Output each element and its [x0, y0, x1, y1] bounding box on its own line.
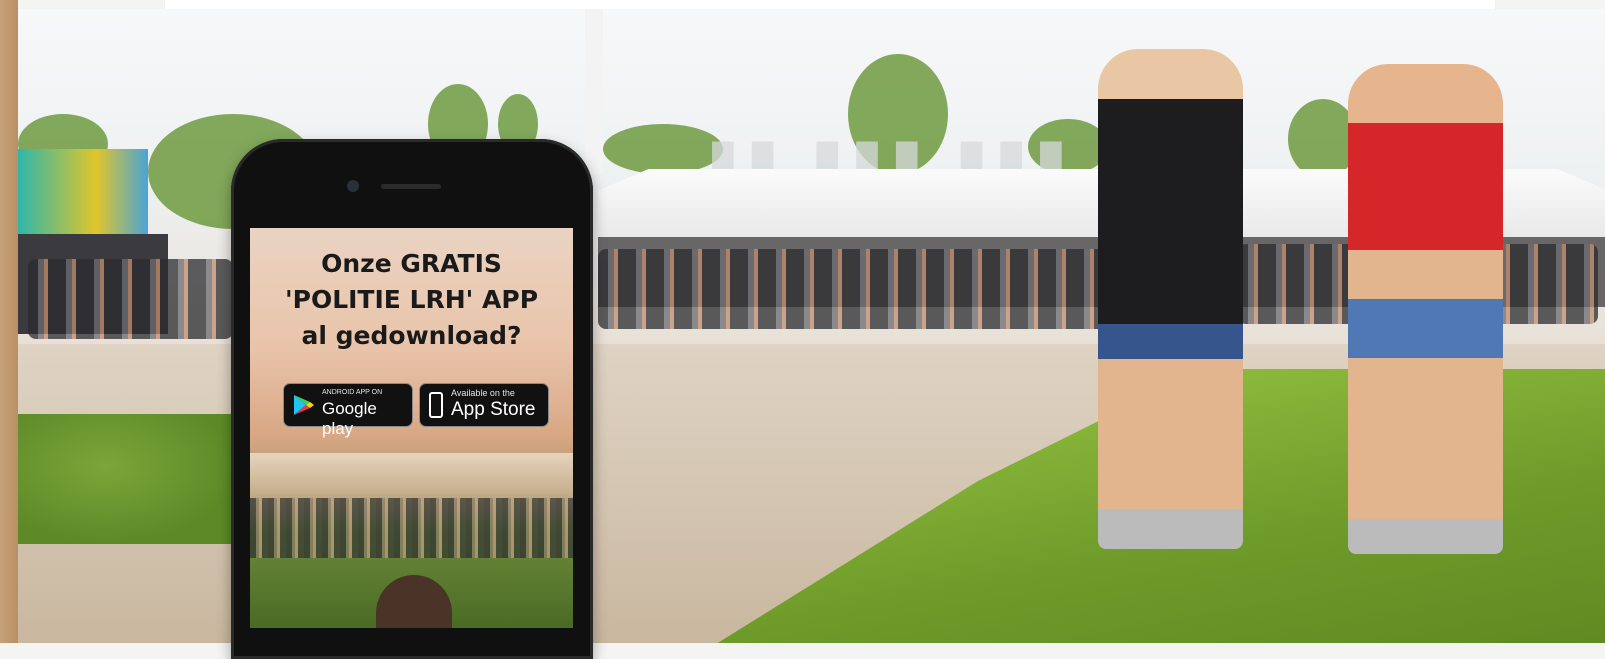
app-store-button[interactable]: Available on the App Store	[419, 383, 549, 427]
crowd	[28, 259, 233, 339]
badge-big-text: App Store	[451, 399, 536, 420]
screen-festival-photo	[250, 453, 573, 628]
badge-small-text: Available on the	[451, 388, 515, 398]
phone-screen: Onze GRATIS 'POLITIE LRH' APP al gedownl…	[250, 228, 573, 628]
crowd	[598, 249, 1138, 329]
phone-icon	[429, 392, 443, 418]
top-strip	[165, 0, 1495, 9]
promo-title: Onze GRATIS 'POLITIE LRH' APP al gedownl…	[250, 246, 573, 354]
light-pole	[585, 9, 603, 174]
speaker-grille	[381, 184, 441, 189]
promo-title-line: al gedownload?	[301, 321, 522, 350]
promo-title-line: 'POLITIE LRH' APP	[284, 285, 539, 314]
google-play-button[interactable]: ANDROID APP ON Google play	[283, 383, 413, 438]
google-play-icon	[294, 395, 314, 415]
left-border	[0, 0, 18, 643]
smartphone: Onze GRATIS 'POLITIE LRH' APP al gedownl…	[231, 139, 593, 659]
walking-woman	[1098, 49, 1243, 549]
promo-title-line: Onze GRATIS	[321, 249, 502, 278]
grass-patch	[18, 414, 238, 544]
badge-big-text: Google play	[322, 399, 377, 438]
camera-icon	[347, 180, 359, 192]
walking-woman	[1348, 64, 1503, 554]
badge-small-text: ANDROID APP ON	[322, 389, 383, 396]
